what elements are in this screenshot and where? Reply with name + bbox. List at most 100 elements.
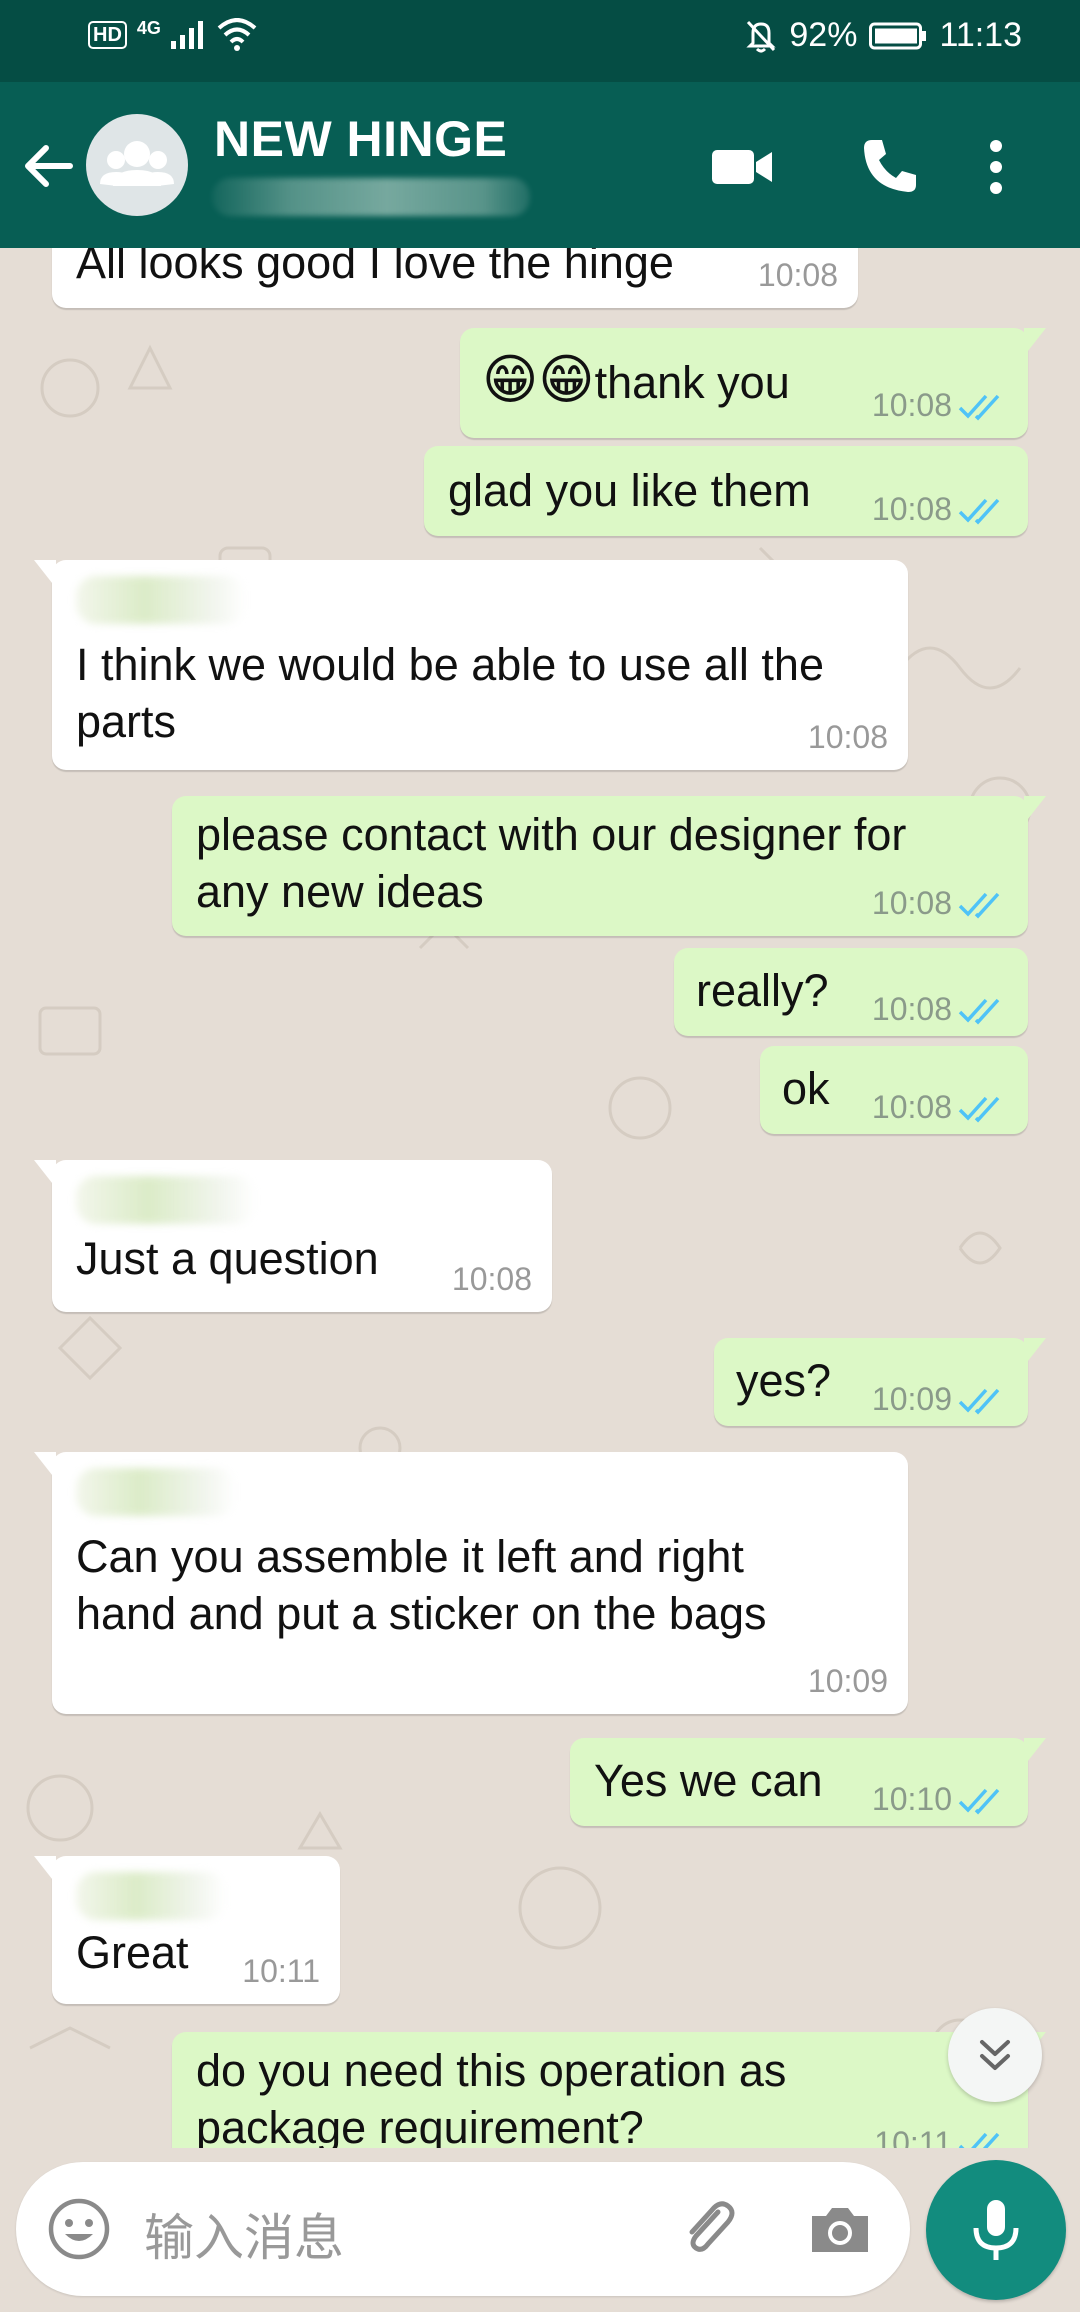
message-text-line: I think we would be able to use all the <box>76 639 824 690</box>
message-incoming[interactable]: Great 10:11 <box>34 1856 340 2004</box>
message-text: Great <box>76 1927 189 1978</box>
mic-button[interactable] <box>926 2160 1066 2300</box>
message-text-line: any new ideas <box>196 866 484 917</box>
message-meta: 10:09 <box>872 1381 1008 1418</box>
message-meta: 10:09 <box>808 1663 888 1700</box>
microphone-icon <box>973 2200 1019 2260</box>
message-time: 10:11 <box>242 1953 320 1989</box>
more-options-icon[interactable] <box>976 130 1016 204</box>
message-time: 10:08 <box>871 387 952 423</box>
message-text: 😁😁thank you <box>482 352 790 411</box>
group-icon <box>100 141 174 186</box>
group-avatar[interactable] <box>86 114 188 216</box>
message-meta: 10:08 <box>872 991 1008 1028</box>
message-text-line: do you need this operation as <box>196 2045 787 2096</box>
message-time: 10:08 <box>807 719 888 755</box>
message-time: 10:08 <box>871 1089 952 1125</box>
battery-icon <box>869 22 927 49</box>
message-incoming[interactable]: All looks good I love the hinge 10:08 <box>52 248 858 308</box>
message-outgoing[interactable]: 😁😁thank you 10:08 <box>460 328 1046 438</box>
message-time: 10:10 <box>871 1781 952 1817</box>
bell-off-icon <box>746 20 776 52</box>
hd-badge: HD <box>88 21 127 49</box>
read-ticks-icon <box>958 2132 1000 2148</box>
read-ticks-icon <box>958 892 1000 919</box>
signal-icon <box>170 21 203 49</box>
message-time: 10:09 <box>807 1663 888 1699</box>
message-meta: 10:08 <box>872 1089 1008 1126</box>
message-meta: 10:08 <box>452 1261 532 1298</box>
camera-icon[interactable] <box>804 2194 876 2266</box>
status-bar: HD 4G 92% 11:13 <box>0 0 1080 82</box>
message-text: really? <box>696 965 829 1016</box>
message-text: ok <box>782 1063 830 1114</box>
clock: 11:13 <box>939 16 1022 54</box>
message-time: 10:08 <box>871 491 952 527</box>
message-meta: 10:08 <box>872 885 1008 922</box>
read-ticks-icon <box>958 998 1000 1025</box>
read-ticks-icon <box>958 1788 1000 1815</box>
message-text-line: hand and put a sticker on the bags <box>76 1588 767 1639</box>
message-meta: 10:08 <box>758 257 838 294</box>
message-meta: 10:08 <box>872 491 1008 528</box>
message-text-line: package requirement? <box>196 2102 644 2148</box>
message-incoming[interactable]: Just a question 10:08 <box>34 1160 552 1312</box>
blurred-sender-name <box>76 576 246 624</box>
network-label: 4G <box>136 17 161 38</box>
read-ticks-icon <box>958 1388 1000 1415</box>
message-outgoing[interactable]: really? 10:08 <box>674 948 1028 1036</box>
message-outgoing[interactable]: do you need this operation as package re… <box>172 2032 1046 2148</box>
back-arrow-icon[interactable] <box>18 136 78 196</box>
read-ticks-icon <box>958 394 1000 421</box>
read-ticks-icon <box>958 1096 1000 1123</box>
message-time: 10:08 <box>451 1261 532 1297</box>
wifi-icon <box>217 18 257 51</box>
message-meta: 10:10 <box>872 1781 1008 1818</box>
message-outgoing[interactable]: glad you like them 10:08 <box>424 446 1028 536</box>
blurred-sender-name <box>76 1468 236 1516</box>
blurred-sender-name <box>76 1872 226 1920</box>
message-outgoing[interactable]: Yes we can 10:10 <box>570 1738 1046 1826</box>
chat-title[interactable]: NEW HINGE <box>214 110 507 168</box>
status-right: 92% 11:13 <box>745 16 1022 55</box>
message-text: All looks good I love the hinge <box>76 248 674 288</box>
status-left: HD 4G <box>88 18 257 52</box>
blurred-participants <box>212 178 530 216</box>
message-text-line: please contact with our designer for <box>196 809 907 860</box>
message-outgoing[interactable]: please contact with our designer for any… <box>172 796 1046 936</box>
message-input[interactable]: 输入消息 <box>144 2198 344 2270</box>
message-meta: 10:08 <box>872 387 1008 424</box>
battery-percent: 92% <box>789 16 858 54</box>
double-chevron-down-icon <box>980 2040 1010 2070</box>
chat-area[interactable]: All looks good I love the hinge 10:08 😁😁… <box>0 248 1080 2148</box>
message-text: Yes we can <box>594 1755 823 1806</box>
scroll-to-bottom-button[interactable] <box>948 2008 1042 2102</box>
message-time: 10:11 <box>874 2125 952 2148</box>
message-text: glad you like them <box>448 465 811 516</box>
message-time: 10:08 <box>871 885 952 921</box>
chat-header: NEW HINGE <box>0 82 1080 248</box>
message-text: Just a question <box>76 1233 379 1284</box>
message-meta: 10:08 <box>808 719 888 756</box>
message-incoming[interactable]: Can you assemble it left and right hand … <box>34 1452 908 1714</box>
message-composer: 输入消息 <box>16 2162 910 2296</box>
message-outgoing[interactable]: ok 10:08 <box>760 1046 1028 1134</box>
message-meta: 10:11 <box>874 2125 1008 2148</box>
message-text-line: Can you assemble it left and right <box>76 1531 744 1582</box>
message-time: 10:09 <box>871 1381 952 1417</box>
message-meta: 10:11 <box>242 1953 320 1990</box>
video-call-icon[interactable] <box>706 130 780 204</box>
message-outgoing[interactable]: yes? 10:09 <box>714 1338 1046 1426</box>
message-time: 10:08 <box>871 991 952 1027</box>
message-text-line: parts <box>76 696 177 747</box>
phone-icon[interactable] <box>852 130 926 204</box>
message-incoming[interactable]: I think we would be able to use all the … <box>34 560 908 770</box>
blurred-sender-name <box>76 1176 256 1224</box>
grinning-emoji: 😁😁 <box>482 350 595 410</box>
paperclip-icon[interactable] <box>672 2192 744 2264</box>
message-text-body: thank you <box>594 357 790 408</box>
message-time: 10:08 <box>757 257 838 293</box>
read-ticks-icon <box>958 498 1000 525</box>
message-text: yes? <box>736 1355 832 1406</box>
emoji-icon[interactable] <box>46 2196 112 2262</box>
